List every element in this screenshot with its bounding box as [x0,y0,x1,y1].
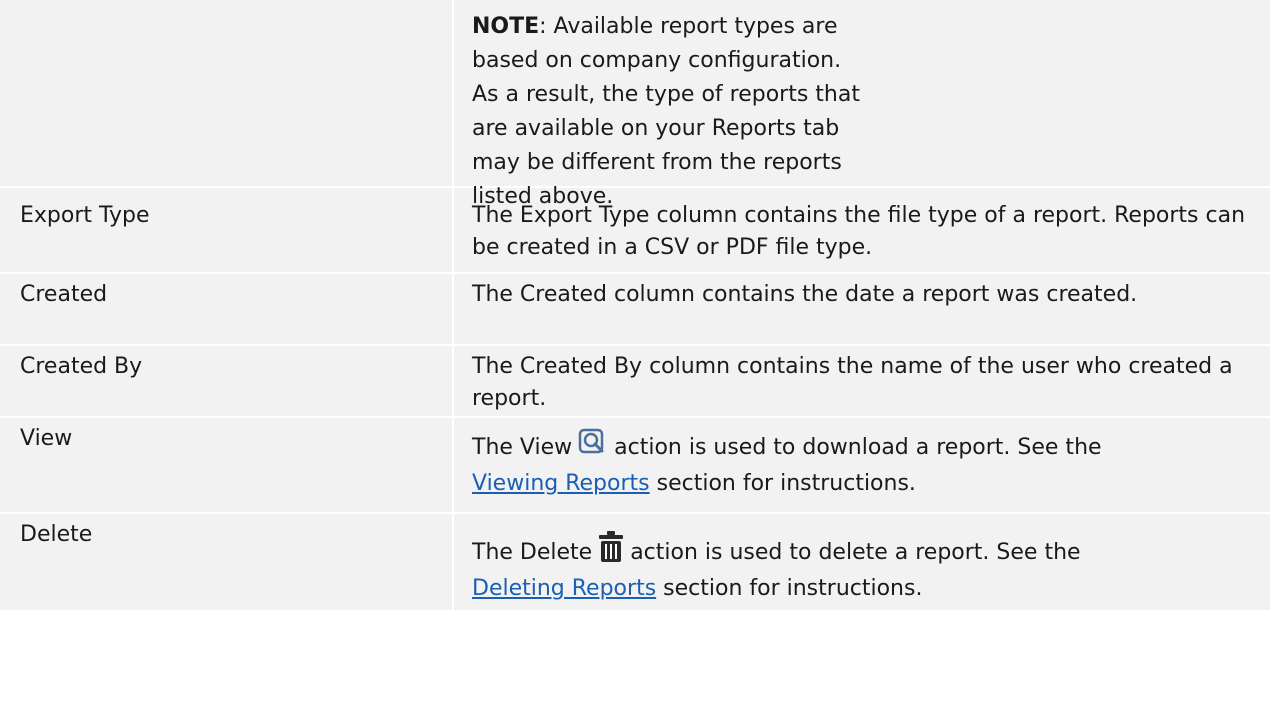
note-row: NOTE: Available report types are based o… [0,0,1270,209]
reports-columns-table: NOTE: Available report types are based o… [0,0,1270,612]
term-view: View [20,426,73,451]
desc-created-by: The Created By column contains the name … [452,346,1270,416]
table-row: View The View action is used to download … [0,418,1270,514]
magnify-icon [578,428,608,468]
note-desc-cell: NOTE: Available report types are based o… [452,0,1270,209]
note-text: NOTE: Available report types are based o… [472,10,872,214]
trash-icon [598,531,624,573]
term-created: Created [20,282,108,307]
table-row: Created By The Created By column contain… [0,346,1270,418]
viewing-reports-link[interactable]: Viewing Reports [472,471,650,496]
table-row: Export Type The Export Type column conta… [0,188,1270,274]
note-body: : Available report types are based on co… [472,14,860,209]
note-term-cell [0,0,452,186]
table-row: Delete The Delete action is used to delet… [0,514,1270,612]
term-export-type: Export Type [20,203,150,228]
term-delete: Delete [20,522,93,547]
desc-view: The View action is used to download a rep… [452,418,1270,512]
view-desc-after: action is used to download a report. See… [614,435,1102,460]
desc-delete: The Delete action is used to delete a rep… [452,514,1270,610]
delete-desc-after: action is used to delete a report. See t… [630,540,1081,565]
note-label: NOTE [472,14,540,39]
table-row: Created The Created column contains the … [0,274,1270,346]
delete-desc-before: The Delete [472,540,593,565]
view-desc-end: section for instructions. [656,471,916,496]
view-desc-before: The View [472,435,573,460]
desc-export-type: The Export Type column contains the file… [452,188,1270,272]
deleting-reports-link[interactable]: Deleting Reports [472,576,656,601]
desc-created: The Created column contains the date a r… [452,274,1270,344]
delete-desc-end: section for instructions. [663,576,923,601]
term-created-by: Created By [20,354,143,379]
